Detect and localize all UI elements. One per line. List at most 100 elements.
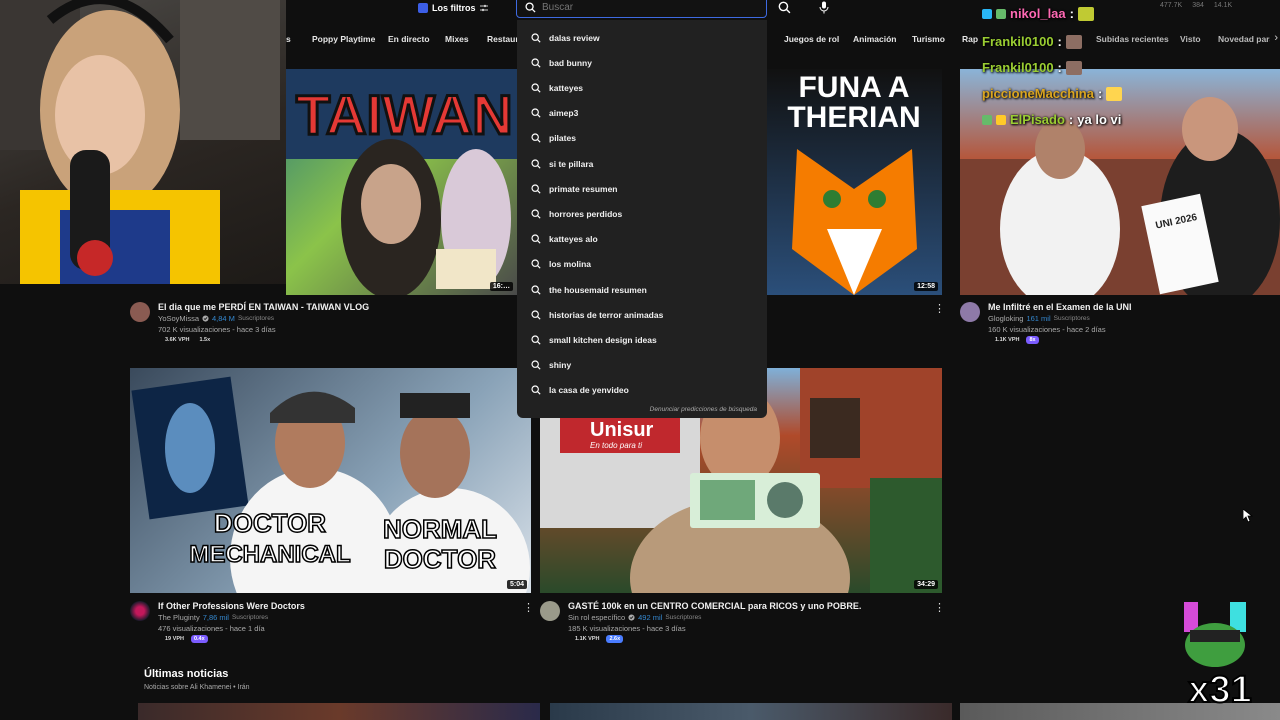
video-meta-uni: Me Infiltré en el Examen de la UNI Glogl… [960, 302, 1270, 352]
vph-badge: 19 VPH [165, 636, 184, 642]
chip-mixes[interactable]: Mixes [439, 30, 475, 48]
search-suggestion[interactable]: historias de terror animadas [517, 302, 767, 327]
search-icon [531, 108, 541, 118]
search-icon [778, 1, 790, 13]
news-thumbnail[interactable] [138, 703, 540, 720]
search-suggestion[interactable]: los molina [517, 252, 767, 277]
search-icon [531, 32, 541, 43]
vph-badges: 1.1K VPH 2.6x [572, 635, 624, 643]
search-box[interactable] [516, 0, 767, 18]
search-icon [531, 259, 541, 269]
more-options-icon[interactable]: ⋮ [934, 302, 945, 315]
chip-poppy-playtime[interactable]: Poppy Playtime [306, 30, 381, 48]
search-button[interactable] [770, 0, 798, 18]
video-title[interactable]: Me Infiltré en el Examen de la UNI [988, 302, 1132, 312]
search-input[interactable] [542, 1, 742, 13]
video-title[interactable]: If Other Professions Were Doctors [158, 601, 305, 611]
emote-overlay: x31 [1180, 600, 1260, 712]
chip-restaurantes[interactable]: Restaurantes [481, 30, 517, 48]
sliders-icon [479, 4, 488, 12]
video-thumbnail-taiwan[interactable]: TAIWAN 16:… [286, 69, 517, 295]
chat-message: piccioneMacchina : [982, 86, 1123, 101]
multiplier-badge: 8x [1026, 336, 1039, 344]
video-thumbnail-doctors[interactable]: DOCTOR MECHANICAL NORMAL DOCTOR 5:04 [130, 368, 531, 593]
svg-text:x31: x31 [1188, 669, 1251, 710]
search-suggestion[interactable]: small kitchen design ideas [517, 327, 767, 352]
search-suggestion[interactable]: dalas review [517, 25, 767, 50]
search-icon [531, 385, 541, 395]
suggestion-label: bad bunny [549, 57, 592, 68]
chat-username: piccioneMacchina [982, 86, 1094, 101]
verified-icon [202, 315, 209, 322]
search-suggestion[interactable]: pilates [517, 126, 767, 151]
search-suggestion[interactable]: aimep3 [517, 101, 767, 126]
svg-text:NORMAL: NORMAL [383, 514, 497, 544]
search-suggestion[interactable]: la casa de yenvideo [517, 378, 767, 403]
channel-avatar[interactable] [960, 302, 980, 322]
search-suggestion[interactable]: primate resumen [517, 176, 767, 201]
chat-username: Frankil0100 [982, 34, 1054, 49]
more-options-icon[interactable]: ⋮ [934, 601, 945, 614]
video-stats: 702 K visualizaciones - hace 3 días [158, 325, 276, 334]
search-suggestion[interactable]: the housemaid resumen [517, 277, 767, 302]
chat-message: Frankil0100 : [982, 60, 1082, 75]
channel-line: Sin rol específico 492 mil Suscriptores [568, 613, 701, 622]
search-icon [525, 1, 536, 13]
subscriber-count: 161 mil [1026, 314, 1051, 323]
chat-username: nikol_laa [1010, 6, 1066, 21]
chip-en-directo[interactable]: En directo [382, 30, 436, 48]
filters-button[interactable]: Los filtros [418, 0, 488, 16]
channel-line: Glogloking 161 mil Suscriptores [988, 314, 1090, 323]
suggestion-label: dalas review [549, 32, 600, 43]
subscriber-label: Suscriptores [665, 614, 702, 621]
video-stats: 185 K visualizaciones - hace 3 días [568, 624, 686, 633]
extension-icon [418, 3, 428, 13]
subscriber-label: Suscriptores [231, 614, 269, 621]
microphone-icon [819, 1, 829, 13]
news-thumbnail[interactable] [550, 703, 952, 720]
vph-badges: 19 VPH 0.4x [162, 635, 208, 643]
search-suggestion[interactable]: katteyes alo [517, 227, 767, 252]
search-suggestion[interactable]: katteyes [517, 75, 767, 100]
search-suggestion[interactable]: shiny [517, 353, 767, 378]
suggestion-label: si te pillara [549, 158, 594, 169]
report-predictions-link[interactable]: Denunciar predicciones de búsqueda [650, 406, 757, 413]
more-options-icon[interactable]: ⋮ [523, 601, 534, 614]
channel-line: The Pluginty 7,86 mil Suscriptores [158, 613, 268, 622]
video-stats: 476 visualizaciones - hace 1 día [158, 624, 265, 633]
news-section-title: Últimas noticias [144, 668, 229, 680]
mouse-cursor-icon [1243, 509, 1253, 523]
channel-avatar[interactable] [130, 302, 150, 322]
search-icon [531, 209, 541, 219]
filters-label: Los filtros [432, 3, 476, 13]
channel-name[interactable]: The Pluginty [158, 613, 200, 622]
video-duration: 16:… [489, 282, 513, 291]
channel-line: YoSoyMissa 4,84 M Suscriptores [158, 314, 274, 323]
video-duration: 5:04 [506, 580, 527, 589]
video-duration: 34:29 [914, 580, 938, 589]
search-icon [531, 158, 541, 169]
news-section-subtitle: Noticias sobre Ali Khamenei • Irán [144, 684, 250, 691]
channel-name[interactable]: Sin rol específico [568, 613, 625, 622]
video-duration: 12:58 [914, 282, 938, 291]
search-suggestion[interactable]: horrores perdidos [517, 201, 767, 226]
voice-search-button[interactable] [812, 0, 836, 18]
channel-avatar[interactable] [540, 601, 560, 621]
video-title[interactable]: El dia que me PERDÍ EN TAIWAN - TAIWAN V… [158, 302, 369, 312]
chip-juegos-de-rol[interactable]: Juegos de rol [778, 30, 845, 48]
suggestion-label: primate resumen [549, 183, 618, 194]
chip-turismo[interactable]: Turismo [906, 30, 951, 48]
channel-avatar[interactable] [130, 601, 150, 621]
video-thumbnail-therian[interactable]: FUNA A THERIAN 12:58 [767, 69, 942, 295]
thumbnail-art: TAIWAN [286, 69, 517, 295]
video-title[interactable]: GASTÉ 100k en un CENTRO COMERCIAL para R… [568, 601, 861, 611]
search-icon [531, 310, 541, 320]
channel-name[interactable]: Glogloking [988, 314, 1023, 323]
search-suggestion[interactable]: si te pillara [517, 151, 767, 176]
search-suggestion[interactable]: bad bunny [517, 50, 767, 75]
emote-icon [1065, 60, 1082, 75]
svg-text:Unisur: Unisur [590, 419, 654, 441]
multiplier-badge: 2.6x [606, 635, 624, 643]
channel-name[interactable]: YoSoyMissa [158, 314, 199, 323]
chip-animacion[interactable]: Animación [847, 30, 902, 48]
